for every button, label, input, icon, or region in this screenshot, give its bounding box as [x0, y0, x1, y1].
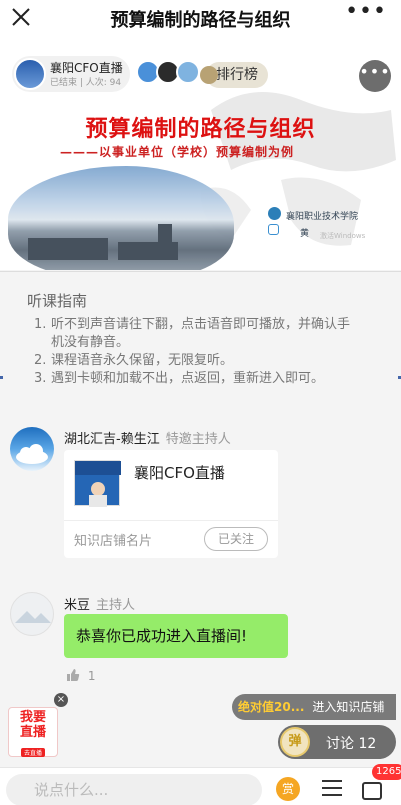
close-icon[interactable]: ×	[54, 693, 68, 707]
sender-role: 特邀主持人	[165, 432, 231, 447]
channel-avatar	[14, 58, 46, 90]
page-title: 预算编制的路径与组织	[110, 10, 291, 31]
reward-button[interactable]: 赏	[276, 777, 300, 801]
divider	[64, 520, 278, 521]
like-button[interactable]: 1	[66, 668, 95, 683]
thumbs-up-icon	[67, 669, 80, 681]
promo-highlight: 绝对值20...	[238, 700, 305, 714]
close-icon[interactable]	[10, 6, 32, 28]
campus-photo	[8, 166, 234, 270]
leaderboard-button[interactable]: 排行榜	[200, 62, 268, 88]
sender-role: 主持人	[96, 598, 136, 613]
school-logo-icon	[268, 207, 281, 220]
sender-name: 米豆 主持人	[64, 598, 136, 613]
guide-heading: 听课指南	[27, 292, 88, 310]
live-cover-banner: 襄阳CFO直播 已结束 | 人次: 94 排行榜 ••• 预算编制的路径与组织 …	[0, 40, 401, 270]
follow-button[interactable]: 已关注	[204, 527, 268, 551]
shop-card-label: 知识店铺名片	[74, 534, 153, 549]
user-avatar-icon	[200, 66, 218, 84]
gift-icon[interactable]	[362, 782, 382, 800]
discussion-label: 讨论 12	[326, 736, 377, 752]
menu-icon[interactable]	[322, 780, 342, 796]
cloud-icon	[16, 444, 48, 464]
channel-status: 已结束 | 人次: 94	[50, 78, 122, 88]
avatar[interactable]	[10, 427, 54, 471]
list-item: 1. 听不到声音请往下翻，点击语音即可播放，并确认手机没有静音。	[34, 317, 351, 350]
edge-marker	[0, 376, 3, 379]
go-live-badge[interactable]: 我要 直播 去直播	[8, 707, 58, 757]
shop-thumbnail	[74, 460, 121, 507]
listening-guide: 听课指南 1. 听不到声音请往下翻，点击语音即可播放，并确认手机没有静音。 2. 课…	[0, 271, 401, 395]
shop-promo-banner[interactable]: 绝对值20... 进入知识店铺	[232, 694, 396, 720]
top-navigation-bar: 预算编制的路径与组织 •••	[0, 0, 401, 40]
like-count: 1	[87, 669, 96, 683]
bottom-input-bar: 说点什么... 赏 1265	[0, 764, 401, 805]
sender-name: 湖北汇吉-赖生江 特邀主持人	[64, 432, 231, 447]
enter-shop-link[interactable]: 进入知识店铺	[312, 700, 384, 714]
shop-card[interactable]: 襄阳CFO直播 知识店铺名片 已关注	[64, 450, 278, 558]
list-item: 2. 课程语音永久保留，无限复听。	[34, 353, 234, 368]
mountain-icon	[15, 611, 51, 623]
leaderboard-label: 排行榜	[216, 67, 258, 83]
discussion-button[interactable]: 弹 讨论 12	[278, 725, 396, 759]
comment-input[interactable]: 说点什么...	[6, 774, 262, 805]
avatar	[176, 60, 200, 84]
more-menu-button[interactable]: •••	[359, 60, 391, 92]
shop-title: 襄阳CFO直播	[134, 464, 225, 482]
notification-badge: 1265	[372, 764, 401, 780]
avatar[interactable]	[10, 592, 54, 636]
danmu-toggle[interactable]: 弹	[280, 727, 310, 757]
slide-title: 预算编制的路径与组织	[85, 117, 316, 142]
guide-list: 1. 听不到声音请往下翻，点击语音即可播放，并确认手机没有静音。 2. 课程语音永久…	[34, 316, 354, 388]
list-item: 3. 遇到卡顿和加载不出，点返回，重新进入即可。	[34, 371, 325, 386]
channel-name: 襄阳CFO直播	[50, 61, 123, 75]
school-name: 襄阳职业技术学院	[286, 212, 359, 222]
slide-subtitle: ———以事业单位（学校）预算编制为例	[60, 145, 295, 159]
channel-chip[interactable]: 襄阳CFO直播 已结束 | 人次: 94	[12, 56, 130, 92]
message-bubble: 恭喜你已成功进入直播间!	[64, 614, 288, 658]
person-icon	[268, 224, 279, 235]
more-options-icon[interactable]: •••	[345, 1, 387, 23]
windows-watermark: 激活Windows	[320, 232, 366, 240]
presenter-name: 黄	[300, 229, 310, 239]
